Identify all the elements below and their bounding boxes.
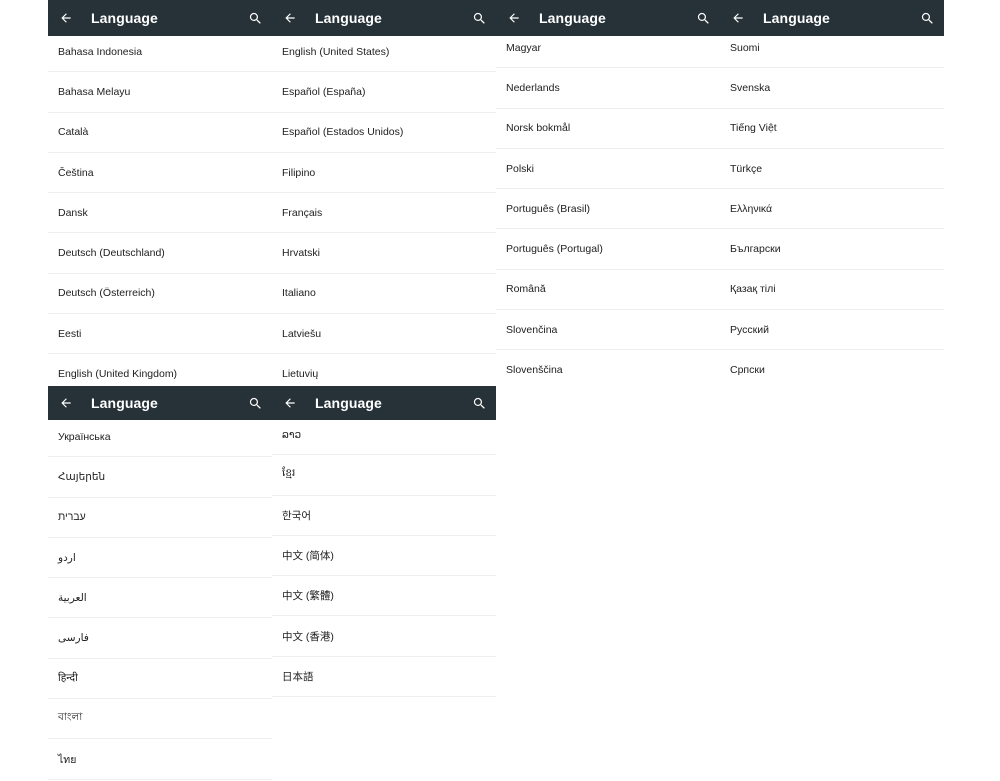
app-bar-title: Language — [539, 10, 606, 26]
language-item[interactable]: Slovenščina — [496, 350, 720, 386]
language-screen-5: Language Українська Հայերեն עברית اردو ا… — [48, 386, 272, 781]
language-item[interactable]: 日本語 — [272, 657, 496, 698]
language-item[interactable]: ខ្មែរ — [272, 455, 496, 496]
search-icon — [249, 12, 261, 24]
language-item[interactable]: Русский — [720, 310, 944, 351]
app-bar: Language — [48, 0, 272, 36]
back-button[interactable] — [503, 7, 525, 29]
search-button[interactable] — [244, 392, 266, 414]
app-bar-title: Language — [91, 395, 158, 411]
search-button[interactable] — [692, 7, 714, 29]
back-button[interactable] — [279, 392, 301, 414]
app-bar: Language — [272, 0, 496, 36]
search-button[interactable] — [468, 7, 490, 29]
language-item[interactable]: Slovenčina — [496, 310, 720, 351]
language-item[interactable]: Norsk bokmål — [496, 109, 720, 149]
language-item[interactable]: Lietuvių — [272, 354, 496, 386]
language-item[interactable]: العربية — [48, 578, 272, 619]
language-item[interactable]: עברית — [48, 498, 272, 538]
language-item[interactable]: Magyar — [496, 28, 720, 69]
language-screen-6: Language ລາວ ខ្មែរ 한국어 中文 (简体) 中文 (繁體) 中… — [272, 386, 496, 781]
language-item[interactable]: Српски — [720, 350, 944, 386]
arrow-back-icon — [61, 13, 71, 23]
search-icon — [249, 397, 261, 409]
language-item[interactable]: ไทย — [48, 739, 272, 780]
language-item[interactable]: Română — [496, 270, 720, 311]
back-button[interactable] — [279, 7, 301, 29]
language-item[interactable]: Polski — [496, 149, 720, 190]
language-item[interactable]: Latviešu — [272, 314, 496, 355]
arrow-back-icon — [509, 13, 519, 23]
language-item[interactable]: Español (España) — [272, 72, 496, 113]
app-bar-title: Language — [315, 10, 382, 26]
app-bar-title: Language — [763, 10, 830, 26]
back-button[interactable] — [727, 7, 749, 29]
back-button[interactable] — [55, 392, 77, 414]
app-bar-title: Language — [315, 395, 382, 411]
language-item[interactable]: Deutsch (Österreich) — [48, 274, 272, 315]
app-bar: Language — [48, 386, 272, 420]
language-item[interactable]: Filipino — [272, 153, 496, 194]
search-icon — [697, 12, 709, 24]
language-screen-4: Language Suomi Svenska Tiếng Việt Türkçe… — [720, 0, 944, 386]
language-item[interactable]: Eesti — [48, 314, 272, 355]
language-item[interactable]: 中文 (简体) — [272, 536, 496, 577]
language-item[interactable]: Български — [720, 229, 944, 270]
language-list: Bahasa Indonesia Bahasa Melayu Català Če… — [48, 32, 272, 386]
language-item[interactable]: 中文 (繁體) — [272, 576, 496, 617]
language-item[interactable]: Svenska — [720, 68, 944, 109]
search-icon — [473, 12, 485, 24]
arrow-back-icon — [733, 13, 743, 23]
search-icon — [473, 397, 485, 409]
language-item[interactable]: Français — [272, 193, 496, 234]
arrow-back-icon — [61, 398, 71, 408]
language-item[interactable]: Nederlands — [496, 68, 720, 109]
language-item[interactable]: Қазақ тілі — [720, 270, 944, 311]
language-screen-2: Language English (United States) Español… — [272, 0, 496, 386]
language-item[interactable]: Português (Brasil) — [496, 189, 720, 230]
language-item[interactable]: বাংলা — [48, 699, 272, 740]
language-item[interactable]: Ελληνικά — [720, 189, 944, 230]
language-item[interactable]: 中文 (香港) — [272, 616, 496, 657]
language-item[interactable]: Tiếng Việt — [720, 109, 944, 149]
language-item[interactable]: 한국어 — [272, 496, 496, 536]
language-item[interactable]: Dansk — [48, 193, 272, 234]
back-button[interactable] — [55, 7, 77, 29]
language-item[interactable]: Italiano — [272, 274, 496, 315]
language-item[interactable]: English (United Kingdom) — [48, 354, 272, 386]
language-item[interactable]: Deutsch (Deutschland) — [48, 233, 272, 274]
app-bar-title: Language — [91, 10, 158, 26]
language-item[interactable]: Հայերեն — [48, 457, 272, 498]
language-item[interactable]: हिन्दी — [48, 659, 272, 700]
search-button[interactable] — [468, 392, 490, 414]
language-item[interactable]: فارسی — [48, 618, 272, 659]
language-item[interactable]: Bahasa Melayu — [48, 72, 272, 113]
language-list: Українська Հայերեն עברית اردو العربية فا… — [48, 417, 272, 780]
language-list: ລາວ ខ្មែរ 한국어 中文 (简体) 中文 (繁體) 中文 (香港) 日本… — [272, 415, 496, 698]
language-item[interactable]: Português (Portugal) — [496, 229, 720, 270]
language-screen-1: Language Bahasa Indonesia Bahasa Melayu … — [48, 0, 272, 386]
language-item[interactable]: Čeština — [48, 153, 272, 194]
language-list: Magyar Nederlands Norsk bokmål Polski Po… — [496, 28, 720, 386]
language-list: Suomi Svenska Tiếng Việt Türkçe Ελληνικά… — [720, 28, 944, 386]
arrow-back-icon — [285, 13, 295, 23]
language-screen-3: Language Magyar Nederlands Norsk bokmål … — [496, 0, 720, 386]
language-item[interactable]: Bahasa Indonesia — [48, 32, 272, 73]
language-item[interactable]: ລາວ — [272, 415, 496, 456]
search-button[interactable] — [916, 7, 938, 29]
search-icon — [921, 12, 933, 24]
language-item[interactable]: Español (Estados Unidos) — [272, 113, 496, 153]
search-button[interactable] — [244, 7, 266, 29]
language-item[interactable]: Türkçe — [720, 149, 944, 190]
language-item[interactable]: Suomi — [720, 28, 944, 69]
language-item[interactable]: Català — [48, 113, 272, 153]
language-item[interactable]: Hrvatski — [272, 233, 496, 274]
language-list: English (United States) Español (España)… — [272, 32, 496, 386]
language-item[interactable]: English (United States) — [272, 32, 496, 73]
language-item[interactable]: اردو — [48, 538, 272, 579]
arrow-back-icon — [285, 398, 295, 408]
language-item[interactable]: Українська — [48, 417, 272, 458]
